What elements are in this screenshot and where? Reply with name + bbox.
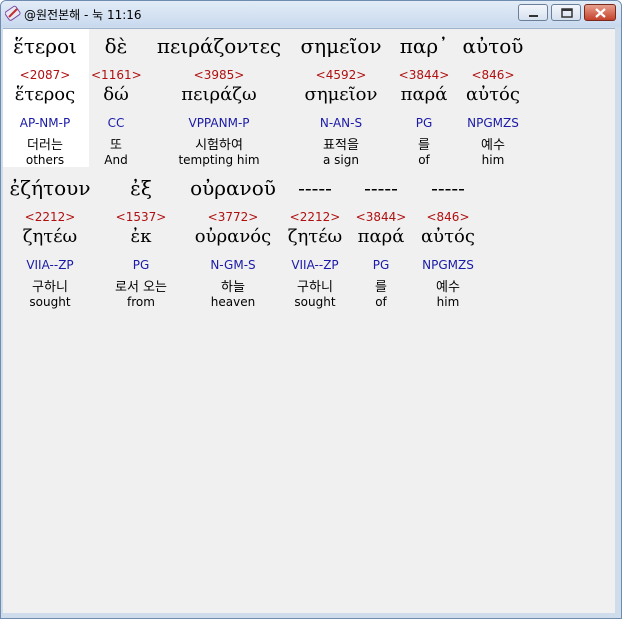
strongs-number[interactable]: <3844>: [353, 210, 409, 224]
minimize-button[interactable]: [518, 4, 548, 21]
parsing-code: VIIA--ZP: [291, 258, 339, 272]
english-gloss: from: [127, 295, 155, 309]
greek-word: σημεῖον: [300, 34, 382, 58]
close-icon: [595, 8, 606, 18]
word-column[interactable]: πειράζοντες <3985> πειράζω VPPANM-P 시험하여…: [149, 34, 289, 172]
korean-gloss: 로서 오는: [115, 280, 167, 295]
strongs-number[interactable]: <2212>: [5, 210, 95, 224]
parsing-code: N-AN-S: [319, 116, 363, 130]
lemma: ζητέω: [287, 226, 343, 247]
greek-word: -----: [431, 176, 465, 200]
greek-word: -----: [298, 176, 332, 200]
korean-gloss: 하늘: [221, 280, 245, 295]
greek-word: αὐτοῦ: [462, 34, 524, 58]
strongs-number[interactable]: <1537>: [103, 210, 179, 224]
english-gloss: him: [436, 295, 460, 309]
korean-gloss: 구하니: [32, 280, 68, 295]
maximize-button[interactable]: [551, 4, 581, 21]
word-column[interactable]: αὐτοῦ <846> αὐτός NPGMZS 예수 him: [457, 34, 529, 172]
lemma: ζητέω: [22, 226, 78, 247]
window-title: @원전본해 - 눅 11:16: [24, 8, 142, 22]
strongs-number[interactable]: <3772>: [183, 210, 283, 224]
english-gloss: sought: [29, 295, 71, 309]
greek-word: -----: [364, 176, 398, 200]
word-column[interactable]: ἐζήτουν <2212> ζητέω VIIA--ZP 구하니 sought: [5, 176, 95, 314]
strongs-number[interactable]: <2212>: [283, 210, 347, 224]
title-bar[interactable]: @원전본해 - 눅 11:16: [1, 1, 621, 27]
parsing-code: PG: [415, 116, 433, 130]
english-gloss: And: [104, 153, 128, 167]
lemma: αὐτός: [421, 226, 475, 247]
lemma: σημεῖον: [304, 84, 378, 105]
lemma: οὐρανός: [194, 226, 272, 247]
greek-word: οὐρανοῦ: [190, 176, 276, 200]
minimize-icon: [529, 15, 538, 17]
greek-word: πειράζοντες: [156, 34, 282, 58]
parsing-code: VIIA--ZP: [26, 258, 74, 272]
lemma: παρά: [357, 226, 405, 247]
parsing-code: NPGMZS: [467, 116, 519, 130]
app-window: @원전본해 - 눅 11:16 ἕτεροι <2087> ἕτερος AP-…: [0, 0, 622, 619]
word-column[interactable]: ----- <2212> ζητέω VIIA--ZP 구하니 sought: [283, 176, 347, 314]
bible-app-icon[interactable]: [4, 5, 21, 21]
word-column[interactable]: ἐξ <1537> ἐκ PG 로서 오는 from: [103, 176, 179, 314]
parsing-code: NPGMZS: [422, 258, 474, 272]
lemma: ἐκ: [130, 226, 152, 247]
english-gloss: tempting him: [178, 153, 260, 167]
parsing-code: N-GM-S: [210, 258, 256, 272]
interlinear-panel: ἕτεροι <2087> ἕτερος AP-NM-P 더러는 others …: [3, 28, 615, 613]
lemma: δώ: [103, 84, 129, 105]
lemma: ἕτερος: [14, 84, 76, 105]
word-column[interactable]: ----- <3844> παρά PG 를 of: [353, 176, 409, 314]
korean-gloss: 를: [375, 280, 387, 295]
parsing-code: PG: [132, 258, 150, 272]
strongs-number[interactable]: <3985>: [149, 68, 289, 82]
english-gloss: others: [25, 153, 65, 167]
lemma: παρά: [400, 84, 448, 105]
korean-gloss: 더러는: [27, 138, 63, 153]
korean-gloss: 또: [110, 138, 122, 153]
english-gloss: of: [418, 153, 430, 167]
parsing-code: PG: [372, 258, 390, 272]
english-gloss: heaven: [210, 295, 256, 309]
close-button[interactable]: [584, 4, 616, 21]
strongs-number[interactable]: <4592>: [293, 68, 389, 82]
word-column[interactable]: σημεῖον <4592> σημεῖον N-AN-S 표적을 a sign: [293, 34, 389, 172]
english-gloss: sought: [294, 295, 336, 309]
greek-word: ἕτεροι: [13, 34, 77, 58]
greek-word: παρ᾽: [399, 34, 449, 58]
word-column[interactable]: ἕτεροι <2087> ἕτερος AP-NM-P 더러는 others: [5, 34, 85, 172]
lemma: πειράζω: [181, 84, 257, 105]
korean-gloss: 시험하여: [195, 138, 243, 153]
word-column[interactable]: παρ᾽ <3844> παρά PG 를 of: [393, 34, 455, 172]
english-gloss: him: [481, 153, 505, 167]
word-column[interactable]: οὐρανοῦ <3772> οὐρανός N-GM-S 하늘 heaven: [183, 176, 283, 314]
parsing-code: AP-NM-P: [19, 116, 71, 130]
english-gloss: of: [375, 295, 387, 309]
korean-gloss: 를: [418, 138, 430, 153]
maximize-icon: [561, 8, 573, 18]
korean-gloss: 예수: [481, 138, 505, 153]
greek-word: ἐζήτουν: [9, 176, 91, 200]
korean-gloss: 구하니: [297, 280, 333, 295]
strongs-number[interactable]: <3844>: [393, 68, 455, 82]
strongs-number[interactable]: <1161>: [91, 68, 142, 82]
lemma: αὐτός: [466, 84, 520, 105]
strongs-number[interactable]: <846>: [413, 210, 483, 224]
word-column[interactable]: ----- <846> αὐτός NPGMZS 예수 him: [413, 176, 483, 314]
word-column[interactable]: δὲ <1161> δώ CC 또 And: [91, 34, 142, 172]
english-gloss: a sign: [323, 153, 359, 167]
korean-gloss: 예수: [436, 280, 460, 295]
strongs-number[interactable]: <846>: [457, 68, 529, 82]
strongs-number[interactable]: <2087>: [5, 68, 85, 82]
korean-gloss: 표적을: [323, 138, 359, 153]
greek-word: δὲ: [104, 34, 128, 58]
parsing-code: CC: [107, 116, 125, 130]
parsing-code: VPPANM-P: [188, 116, 250, 130]
greek-word: ἐξ: [130, 176, 152, 200]
